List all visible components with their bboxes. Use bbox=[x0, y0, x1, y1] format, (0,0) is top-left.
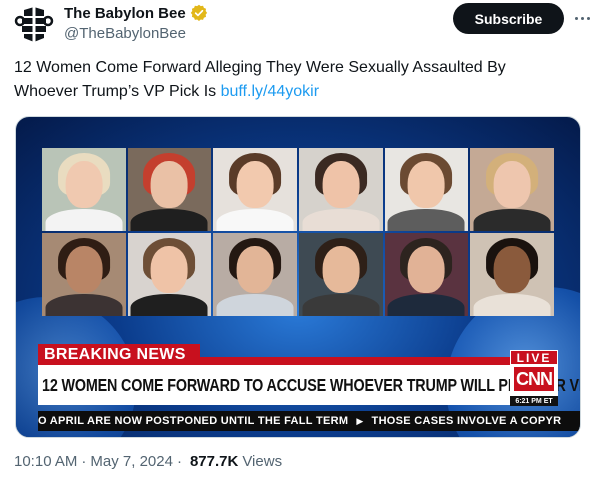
woman-photo-12 bbox=[470, 233, 554, 316]
tweet-text: 12 Women Come Forward Alleging They Were… bbox=[14, 56, 574, 104]
cnn-logo-icon: CNN bbox=[514, 367, 554, 391]
tweet-time[interactable]: 10:10 AM bbox=[14, 453, 77, 470]
views-count: 877.7K bbox=[189, 453, 239, 470]
gold-verified-badge-icon[interactable] bbox=[190, 4, 208, 22]
chyron-headline: 12 WOMEN COME FORWARD TO ACCUSE WHOEVER … bbox=[42, 374, 581, 395]
woman-photo-8 bbox=[127, 233, 212, 316]
woman-photo-9 bbox=[213, 233, 297, 316]
views-label: Views bbox=[242, 453, 283, 470]
author-handle[interactable]: @TheBabylonBee bbox=[64, 25, 208, 42]
ticker-text-right: THOSE CASES INVOLVE A COPYR bbox=[371, 415, 562, 427]
woman-photo-5 bbox=[384, 148, 469, 231]
play-arrow-icon: ▶ bbox=[356, 415, 364, 426]
subscribe-button[interactable]: Subscribe bbox=[453, 3, 564, 34]
news-ticker: O APRIL ARE NOW POSTPONED UNTIL THE FALL… bbox=[38, 411, 580, 431]
tweet-meta: 10:10 AM · May 7, 2024 · 877.7K Views bbox=[14, 453, 282, 470]
woman-photo-4 bbox=[298, 148, 383, 231]
woman-photo-7 bbox=[42, 233, 126, 316]
breaking-news-strip bbox=[200, 357, 510, 365]
tweet-media-image[interactable]: BREAKING NEWS LIVE 12 WOMEN COME FORWARD… bbox=[15, 116, 581, 438]
man-photo-11 bbox=[384, 233, 469, 316]
woman-photo-6 bbox=[470, 148, 554, 231]
woman-photo-1 bbox=[42, 148, 126, 231]
meta-separator: · bbox=[176, 453, 182, 470]
bee-logo-icon[interactable] bbox=[14, 4, 54, 44]
meta-separator: · bbox=[81, 453, 87, 470]
tweet-date[interactable]: May 7, 2024 bbox=[90, 453, 173, 470]
ticker-text-left: O APRIL ARE NOW POSTPONED UNTIL THE FALL… bbox=[38, 415, 349, 427]
tweet-header: The Babylon Bee @TheBabylonBee Subscribe bbox=[14, 0, 590, 46]
tweet-link[interactable]: buff.ly/44yokir bbox=[221, 83, 319, 100]
author-names: The Babylon Bee @TheBabylonBee bbox=[64, 4, 208, 42]
woman-photo-3 bbox=[213, 148, 297, 231]
broadcast-time: 6:21 PM ET bbox=[510, 396, 558, 406]
live-badge: LIVE bbox=[510, 350, 558, 365]
author-display-name[interactable]: The Babylon Bee bbox=[64, 5, 186, 22]
breaking-news-banner: BREAKING NEWS bbox=[38, 344, 200, 365]
chyron-bar: 12 WOMEN COME FORWARD TO ACCUSE WHOEVER … bbox=[38, 365, 580, 405]
women-photo-grid bbox=[42, 148, 554, 316]
woman-photo-10 bbox=[298, 233, 383, 316]
more-options-icon[interactable] bbox=[570, 8, 594, 28]
woman-photo-2 bbox=[127, 148, 212, 231]
